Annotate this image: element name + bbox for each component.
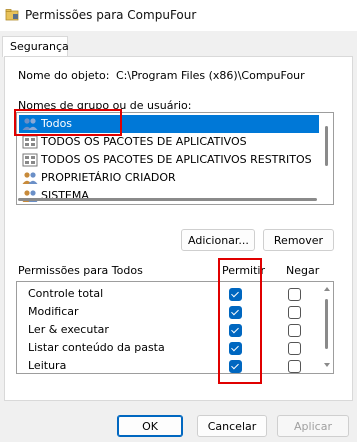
list-item[interactable]: TODOS OS PACOTES DE APLICATIVOS RESTRITO…	[19, 151, 317, 169]
lock-folder-icon	[5, 9, 19, 21]
allow-checkbox[interactable]	[229, 360, 242, 373]
list-item-label: PROPRIETÁRIO CRIADOR	[41, 171, 176, 184]
list-item[interactable]: Todos	[19, 115, 319, 133]
allow-checkbox[interactable]	[229, 342, 242, 355]
permission-name: Listar conteúdo da pasta	[28, 341, 165, 354]
permission-name: Modificar	[28, 305, 79, 318]
tab-security[interactable]: Segurança	[2, 36, 69, 57]
permissions-label: Permissões para Todos	[18, 264, 143, 277]
allow-checkbox[interactable]	[229, 324, 242, 337]
allow-column-header: Permitir	[222, 264, 266, 277]
title-bar: Permissões para CompuFour	[0, 0, 357, 31]
scroll-down-icon[interactable]	[324, 363, 330, 367]
apply-button[interactable]: Aplicar	[277, 415, 349, 437]
list-item[interactable]: TODOS OS PACOTES DE APLICATIVOS	[19, 133, 317, 151]
deny-checkbox[interactable]	[288, 342, 301, 355]
permissions-dialog: Permissões para CompuFour Segurança Nome…	[0, 0, 357, 442]
groups-label: Nomes de grupo ou de usuário:	[18, 99, 192, 112]
users-icon	[22, 118, 38, 130]
list-item-label: TODOS OS PACOTES DE APLICATIVOS	[41, 135, 247, 148]
permissions-table: Controle total Modificar Ler & executar …	[16, 281, 334, 374]
object-name-label: Nome do objeto:	[18, 69, 110, 82]
scroll-thumb[interactable]	[325, 126, 328, 166]
deny-checkbox[interactable]	[288, 360, 301, 373]
permission-name: Controle total	[28, 287, 104, 300]
permission-name: Ler & executar	[28, 323, 109, 336]
scroll-thumb[interactable]	[325, 299, 328, 349]
groups-horizontal-scroll-thumb[interactable]	[18, 198, 317, 201]
deny-checkbox[interactable]	[288, 306, 301, 319]
package-icon	[22, 135, 38, 149]
allow-checkbox[interactable]	[229, 306, 242, 319]
table-row: Leitura	[17, 357, 322, 373]
remove-button[interactable]: Remover	[263, 229, 334, 251]
list-item[interactable]: PROPRIETÁRIO CRIADOR	[19, 169, 317, 187]
deny-checkbox[interactable]	[288, 324, 301, 337]
groups-scrollbar[interactable]	[321, 114, 333, 203]
allow-checkbox[interactable]	[229, 288, 242, 301]
object-name-value: C:\Program Files (x86)\CompuFour	[116, 69, 305, 82]
table-row: Controle total	[17, 285, 322, 303]
list-item-label: Todos	[41, 117, 73, 130]
table-row: Ler & executar	[17, 321, 322, 339]
cancel-button[interactable]: Cancelar	[197, 415, 267, 437]
users-icon	[22, 172, 38, 184]
groups-list[interactable]: Todos TODOS OS PACOTES DE APLICATIVOS TO…	[16, 112, 334, 205]
list-item[interactable]: SISTEMA	[19, 187, 317, 204]
add-button[interactable]: Adicionar...	[181, 229, 255, 251]
table-row: Modificar	[17, 303, 322, 321]
ok-button[interactable]: OK	[117, 415, 183, 437]
package-icon	[22, 153, 38, 167]
deny-checkbox[interactable]	[288, 288, 301, 301]
scroll-up-icon[interactable]	[324, 287, 330, 291]
window-title: Permissões para CompuFour	[25, 8, 197, 22]
permissions-scrollbar[interactable]	[321, 283, 333, 373]
deny-column-header: Negar	[286, 264, 320, 277]
list-item-label: TODOS OS PACOTES DE APLICATIVOS RESTRITO…	[41, 153, 312, 166]
permission-name: Leitura	[28, 359, 67, 372]
table-row: Listar conteúdo da pasta	[17, 339, 322, 357]
